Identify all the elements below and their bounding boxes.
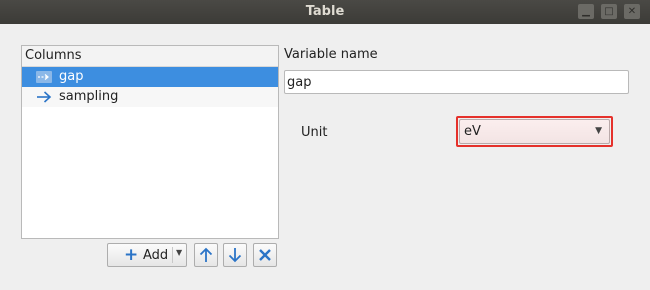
arrow-right-icon: [37, 91, 52, 103]
delete-button[interactable]: [253, 243, 277, 267]
add-button-label: Add: [143, 248, 169, 263]
unit-select-value: eV: [464, 124, 481, 139]
variable-name-label: Variable name: [284, 47, 378, 62]
columns-list[interactable]: Columns gap sampling: [21, 45, 279, 239]
close-icon[interactable]: ✕: [624, 4, 640, 19]
add-button-divider: [172, 247, 173, 263]
list-item-sampling[interactable]: sampling: [22, 87, 278, 107]
unit-select[interactable]: eV ▼: [459, 119, 610, 144]
dashed-arrow-icon: [36, 71, 52, 83]
list-item-label: sampling: [59, 89, 119, 104]
title-bar[interactable]: Table ▁ □ ✕: [0, 0, 650, 24]
chevron-down-icon[interactable]: ▼: [176, 248, 182, 257]
maximize-icon[interactable]: □: [601, 4, 617, 19]
list-item-gap[interactable]: gap: [22, 67, 278, 87]
dialog-window: Table ▁ □ ✕ Columns gap sampling + Add ▼…: [0, 0, 650, 290]
move-up-button[interactable]: [194, 243, 218, 267]
columns-header: Columns: [22, 46, 278, 67]
chevron-down-icon: ▼: [595, 126, 602, 136]
variable-name-value: gap: [287, 75, 312, 90]
window-title: Table: [305, 4, 345, 19]
move-down-button[interactable]: [223, 243, 247, 267]
dialog-body: Columns gap sampling + Add ▼ Variable na…: [0, 24, 650, 290]
unit-label: Unit: [301, 125, 328, 140]
add-button[interactable]: + Add ▼: [107, 243, 187, 267]
delete-x-icon: [259, 249, 271, 261]
list-item-label: gap: [59, 69, 84, 84]
arrow-up-icon: [199, 247, 213, 262]
variable-name-input[interactable]: gap: [284, 70, 629, 94]
minimize-icon[interactable]: ▁: [578, 4, 594, 19]
arrow-down-icon: [228, 248, 242, 263]
plus-icon: +: [124, 245, 139, 265]
